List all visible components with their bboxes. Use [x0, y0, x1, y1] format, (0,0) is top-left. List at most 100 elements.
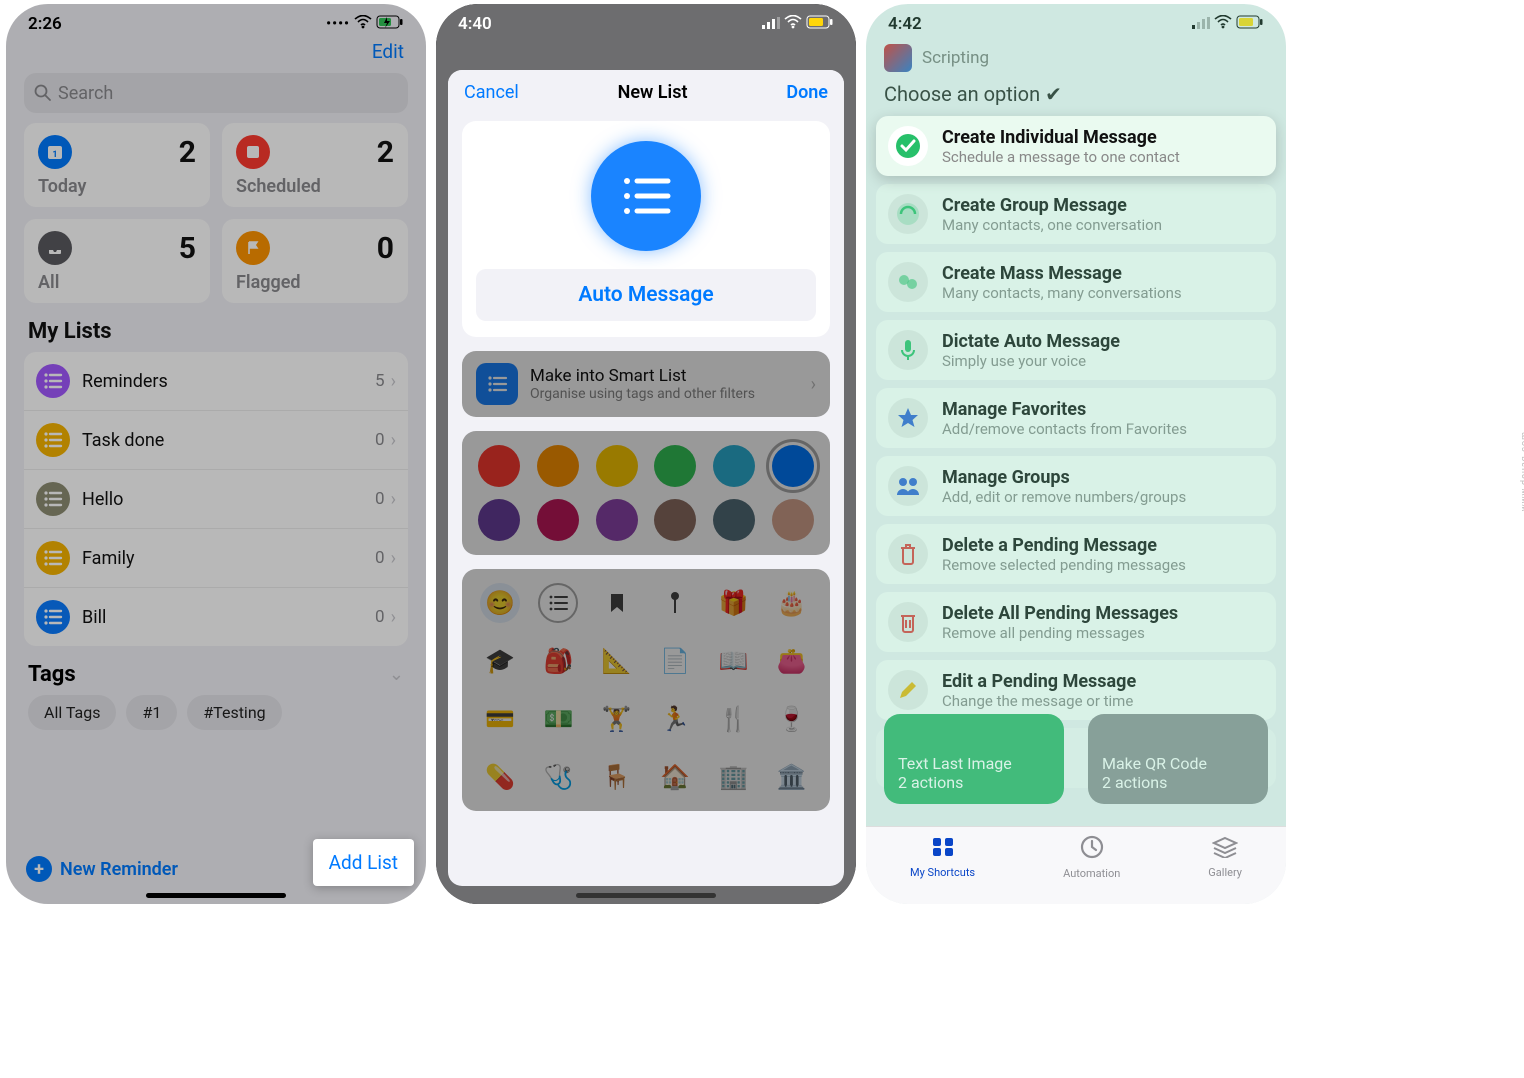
- tag-chip[interactable]: #Testing: [187, 695, 281, 730]
- tab-my-shortcuts[interactable]: My Shortcuts: [910, 836, 975, 879]
- pills-icon[interactable]: 💊: [480, 757, 520, 797]
- list-icon: [36, 482, 70, 516]
- tab-automation[interactable]: Automation: [1063, 835, 1120, 880]
- flagged-card[interactable]: 0 Flagged: [222, 219, 408, 303]
- color-swatch[interactable]: [713, 445, 755, 487]
- card-icon[interactable]: 💳: [480, 699, 520, 739]
- calendar-icon: 1: [38, 135, 72, 169]
- modal-title: New List: [618, 82, 688, 103]
- pin-icon[interactable]: [655, 583, 695, 623]
- wifi-icon: [354, 14, 372, 34]
- all-card[interactable]: 5 All: [24, 219, 210, 303]
- tag-chip[interactable]: All Tags: [28, 695, 116, 730]
- done-button[interactable]: Done: [786, 82, 828, 103]
- emoji-icon[interactable]: 😊: [480, 583, 520, 623]
- today-card[interactable]: 1 2 Today: [24, 123, 210, 207]
- wallet-icon[interactable]: 👛: [772, 641, 812, 681]
- tab-gallery[interactable]: Gallery: [1208, 836, 1242, 879]
- document-icon[interactable]: 📄: [655, 641, 695, 681]
- status-bar: 4:40: [436, 4, 856, 36]
- list-name: Bill: [82, 607, 375, 628]
- color-swatch-selected[interactable]: [772, 445, 814, 487]
- list-item[interactable]: Bill 0 ›: [24, 588, 408, 646]
- chevron-down-icon[interactable]: ⌄: [389, 664, 404, 685]
- today-label: Today: [38, 176, 196, 197]
- color-swatch[interactable]: [537, 445, 579, 487]
- running-icon[interactable]: 🏃: [655, 699, 695, 739]
- tab-bar: My Shortcuts Automation Gallery: [866, 826, 1286, 904]
- building-icon[interactable]: 🏢: [713, 757, 753, 797]
- scheduled-label: Scheduled: [236, 176, 394, 197]
- color-swatch[interactable]: [478, 445, 520, 487]
- search-icon: [34, 84, 52, 102]
- bank-icon[interactable]: 🏛️: [772, 757, 812, 797]
- list-count: 0: [375, 548, 385, 568]
- tag-chip[interactable]: #1: [126, 695, 177, 730]
- list-icon-preview: [591, 141, 701, 251]
- search-input[interactable]: Search: [24, 73, 408, 113]
- backpack-icon[interactable]: 🎒: [538, 641, 578, 681]
- stack-icon: [1212, 836, 1238, 864]
- graduation-icon[interactable]: 🎓: [480, 641, 520, 681]
- list-icon: [36, 541, 70, 575]
- color-swatch[interactable]: [713, 499, 755, 541]
- wifi-icon: [784, 14, 802, 34]
- color-picker: [462, 431, 830, 555]
- new-reminder-button[interactable]: + New Reminder: [26, 856, 178, 882]
- list-icon: [36, 423, 70, 457]
- cellular-icon: [762, 14, 780, 34]
- smart-list-sub: Organise using tags and other filters: [530, 386, 755, 402]
- money-icon[interactable]: 💵: [538, 699, 578, 739]
- plus-circle-icon: +: [26, 856, 52, 882]
- smart-list-icon: [476, 363, 518, 405]
- cellular-dots-icon: ••••: [326, 16, 350, 32]
- add-list-button[interactable]: Add List: [313, 839, 414, 886]
- list-item[interactable]: Family 0 ›: [24, 529, 408, 588]
- book-icon[interactable]: 📖: [713, 641, 753, 681]
- tab-label: Gallery: [1208, 866, 1242, 879]
- list-name: Family: [82, 548, 375, 569]
- list-name-input[interactable]: Auto Message: [476, 269, 816, 321]
- new-list-screenshot: 4:40 Cancel New List Done Auto Message: [436, 4, 856, 904]
- edit-button[interactable]: Edit: [372, 40, 404, 63]
- scheduled-card[interactable]: 2 Scheduled: [222, 123, 408, 207]
- color-swatch[interactable]: [537, 499, 579, 541]
- option-create-individual[interactable]: Create Individual Message Schedule a mes…: [876, 116, 1276, 176]
- mylists-header: My Lists: [6, 303, 426, 352]
- cancel-button[interactable]: Cancel: [464, 82, 519, 103]
- home-indicator: [576, 893, 716, 898]
- gift-icon[interactable]: 🎁: [713, 583, 753, 623]
- fork-knife-icon[interactable]: 🍴: [713, 699, 753, 739]
- color-swatch[interactable]: [772, 499, 814, 541]
- list-item[interactable]: Hello 0 ›: [24, 470, 408, 529]
- cake-icon[interactable]: 🎂: [772, 583, 812, 623]
- svg-text:1: 1: [52, 150, 57, 160]
- color-swatch[interactable]: [596, 445, 638, 487]
- list-item[interactable]: Task done 0 ›: [24, 411, 408, 470]
- home-indicator: [146, 893, 286, 898]
- color-swatch[interactable]: [654, 499, 696, 541]
- message-check-icon: [888, 126, 928, 166]
- chair-icon[interactable]: 🪑: [597, 757, 637, 797]
- color-swatch[interactable]: [478, 499, 520, 541]
- all-label: All: [38, 272, 196, 293]
- status-time: 4:40: [458, 14, 492, 34]
- list-count: 0: [375, 607, 385, 627]
- shortcuts-choose-screenshot: 4:42 Scripting Choose an option ✔: [866, 4, 1286, 904]
- ruler-icon[interactable]: 📐: [597, 641, 637, 681]
- color-swatch[interactable]: [654, 445, 696, 487]
- tab-label: Automation: [1063, 867, 1120, 880]
- stethoscope-icon[interactable]: 🩺: [538, 757, 578, 797]
- dumbbell-icon[interactable]: 🏋️: [597, 699, 637, 739]
- make-smart-list-row[interactable]: Make into Smart List Organise using tags…: [462, 351, 830, 417]
- scheduled-count: 2: [377, 135, 394, 170]
- list-name: Hello: [82, 489, 375, 510]
- list-bullet-icon[interactable]: [538, 583, 578, 623]
- bookmark-icon[interactable]: [597, 583, 637, 623]
- house-icon[interactable]: 🏠: [655, 757, 695, 797]
- list-item[interactable]: Reminders 5 ›: [24, 352, 408, 411]
- search-placeholder: Search: [58, 83, 113, 104]
- color-swatch[interactable]: [596, 499, 638, 541]
- wine-icon[interactable]: 🍷: [772, 699, 812, 739]
- scheduled-icon: [236, 135, 270, 169]
